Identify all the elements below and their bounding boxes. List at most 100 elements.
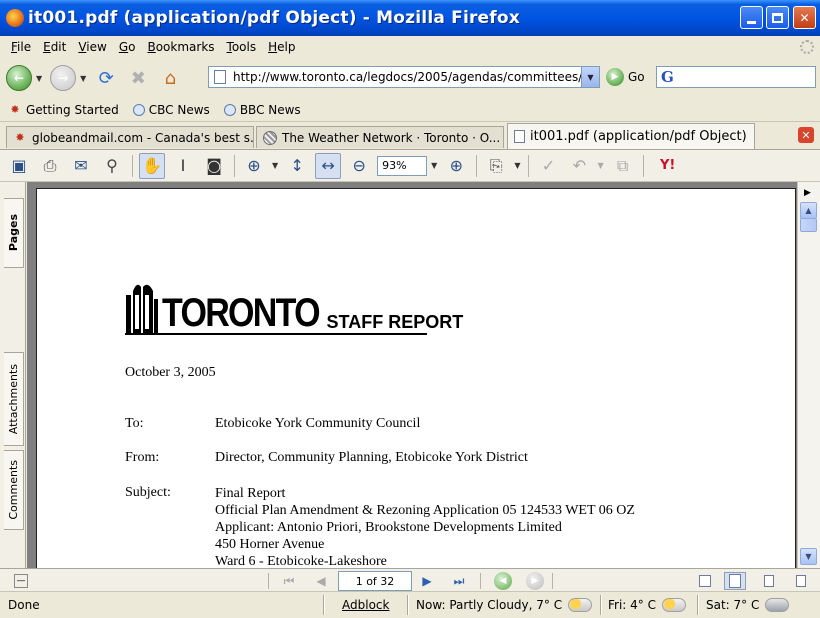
toronto-logo: TORONTO STAFF REPORT [125, 277, 463, 333]
tab-weather-network[interactable]: The Weather Network · Toronto · O... [256, 126, 504, 148]
zoom-tool-dropdown[interactable]: ▼ [272, 161, 278, 170]
status-text: Done [8, 598, 40, 612]
subject-line: Final Report [215, 486, 286, 501]
window-title: it001.pdf (application/pdf Object) - Moz… [28, 8, 520, 28]
menu-tools[interactable]: Tools [221, 40, 263, 54]
previous-page-icon[interactable]: ◀ [312, 572, 330, 590]
scroll-thumb[interactable] [800, 218, 817, 232]
toggle-panel-icon[interactable]: — [14, 574, 28, 588]
rain-cloud-icon [765, 598, 790, 612]
bookmark-getting-started[interactable]: ✸ Getting Started [8, 103, 118, 117]
partly-cloudy-icon [568, 598, 593, 612]
snapshot-icon[interactable]: ◙ [201, 153, 227, 179]
weather-friday[interactable]: Fri: 4° C [608, 596, 686, 614]
menu-help[interactable]: Help [262, 40, 301, 54]
menu-bookmarks[interactable]: Bookmarks [141, 40, 220, 54]
forward-history-dropdown[interactable]: ▼ [80, 74, 86, 83]
panel-toggle-icon[interactable]: ▶ [804, 188, 811, 198]
report-date: October 3, 2005 [125, 365, 216, 380]
forward-button[interactable]: → [50, 65, 77, 91]
adblock-button[interactable]: Adblock [342, 596, 389, 614]
vertical-scrollbar[interactable]: ▶ ▲ ▼ [797, 182, 820, 568]
menu-edit[interactable]: Edit [37, 40, 72, 54]
subject-line: Ward 6 - Etobicoke-Lakeshore [215, 554, 387, 568]
close-window-button[interactable]: ✕ [793, 6, 816, 29]
subject-line: Official Plan Amendment & Rezoning Appli… [215, 503, 635, 518]
scroll-down-button[interactable]: ▼ [800, 548, 817, 565]
zoom-level-input[interactable]: 93% [377, 155, 428, 176]
stop-icon[interactable]: ✖ [126, 66, 150, 90]
weather-saturday[interactable]: Sat: 7° C [706, 596, 790, 614]
bookmark-cbc-news[interactable]: CBC News [132, 103, 210, 117]
last-page-icon[interactable]: ⏭ [450, 572, 468, 590]
fit-width-icon[interactable]: ↔ [315, 152, 342, 179]
minimize-button[interactable] [740, 6, 763, 29]
single-page-view-icon[interactable] [694, 572, 716, 590]
print-icon[interactable]: ⎙ [37, 153, 63, 179]
zoom-in-tool-icon[interactable]: ⊕ [241, 153, 267, 179]
email-icon[interactable]: ✉ [68, 153, 94, 179]
tab-pdf[interactable]: it001.pdf (application/pdf Object) [507, 123, 755, 149]
toolbar-separator [528, 154, 530, 177]
weather-now[interactable]: Now: Partly Cloudy, 7° C [416, 596, 593, 614]
rss-feed-icon [223, 103, 236, 116]
menu-file[interactable]: File [5, 40, 37, 54]
bookmark-bbc-news[interactable]: BBC News [223, 103, 301, 117]
search-input[interactable]: G [656, 66, 816, 88]
rotate-dropdown[interactable]: ▼ [514, 161, 520, 170]
to-value: Etobicoke York Community Council [215, 416, 421, 431]
save-icon[interactable]: ▣ [6, 153, 32, 179]
continuous-view-icon[interactable] [724, 572, 746, 590]
firefox-icon[interactable] [6, 9, 24, 27]
facing-view-icon[interactable] [758, 572, 780, 590]
attachments-tab[interactable]: Attachments [4, 352, 24, 446]
from-row: From: Director, Community Planning, Etob… [125, 450, 528, 466]
previous-view-icon[interactable]: ◀ [494, 572, 512, 590]
comments-tab[interactable]: Comments [4, 450, 24, 530]
url-dropdown-button[interactable]: ▼ [581, 67, 599, 87]
page-number-input[interactable]: 1 of 32 [338, 571, 412, 591]
hand-tool-icon[interactable]: ✋ [139, 152, 165, 179]
reload-icon[interactable]: ⟳ [94, 66, 118, 90]
close-tab-button[interactable]: ✕ [798, 127, 814, 143]
copy-icon[interactable]: ⧉ [610, 153, 636, 179]
yahoo-search-icon[interactable]: Y! [650, 158, 686, 173]
rotate-pages-icon[interactable]: ⎘ [483, 153, 509, 179]
report-type: STAFF REPORT [326, 312, 464, 332]
menu-view[interactable]: View [72, 40, 112, 54]
tab-globeandmail[interactable]: ✸ globeandmail.com - Canada's best s... [6, 126, 254, 148]
select-text-icon[interactable]: I [170, 153, 196, 179]
continuous-facing-view-icon[interactable] [790, 572, 812, 590]
scroll-up-button[interactable]: ▲ [800, 202, 817, 219]
find-icon[interactable]: ⚲ [99, 153, 125, 179]
next-view-icon[interactable]: ▶ [526, 572, 544, 590]
next-page-icon[interactable]: ▶ [418, 572, 436, 590]
back-button[interactable]: ← [6, 65, 32, 91]
menu-go[interactable]: Go [113, 40, 142, 54]
home-icon[interactable]: ⌂ [158, 66, 182, 90]
url-bar[interactable]: http://www.toronto.ca/legdocs/2005/agend… [208, 66, 600, 88]
zoom-level-dropdown[interactable]: ▼ [431, 161, 437, 170]
firefox-bookmark-icon: ✸ [10, 103, 20, 116]
pdf-toolbar: ▣ ⎙ ✉ ⚲ ✋ I ◙ ⊕ ▼ ↕ ↔ ⊖ 93% ▼ ⊕ ⎘ ▼ ✓ ↶ … [0, 150, 820, 182]
zoom-out-icon[interactable]: ⊖ [346, 153, 372, 179]
bookmarks-toolbar: ✸ Getting Started CBC News BBC News [0, 98, 820, 122]
toolbar-separator [234, 154, 235, 177]
spell-check-icon[interactable]: ✓ [535, 153, 561, 179]
google-search-icon[interactable]: G [661, 68, 674, 86]
first-page-icon[interactable]: ⏮ [280, 572, 298, 590]
undo-icon[interactable]: ↶ [566, 153, 592, 179]
fit-page-icon[interactable]: ↕ [284, 153, 310, 179]
url-text: http://www.toronto.ca/legdocs/2005/agend… [233, 70, 590, 84]
from-value: Director, Community Planning, Etobicoke … [215, 450, 528, 465]
subject-value: Final Report Official Plan Amendment & R… [215, 485, 635, 568]
undo-dropdown[interactable]: ▼ [597, 161, 603, 170]
separator [268, 573, 269, 589]
pages-tab[interactable]: Pages [4, 198, 24, 268]
maximize-button[interactable] [766, 6, 789, 29]
document-viewport[interactable]: TORONTO STAFF REPORT October 3, 2005 To:… [27, 182, 797, 568]
toolbar-separator [642, 154, 644, 177]
go-button[interactable]: ▶ Go [606, 68, 645, 86]
zoom-in-icon[interactable]: ⊕ [443, 153, 469, 179]
back-history-dropdown[interactable]: ▼ [36, 74, 42, 83]
